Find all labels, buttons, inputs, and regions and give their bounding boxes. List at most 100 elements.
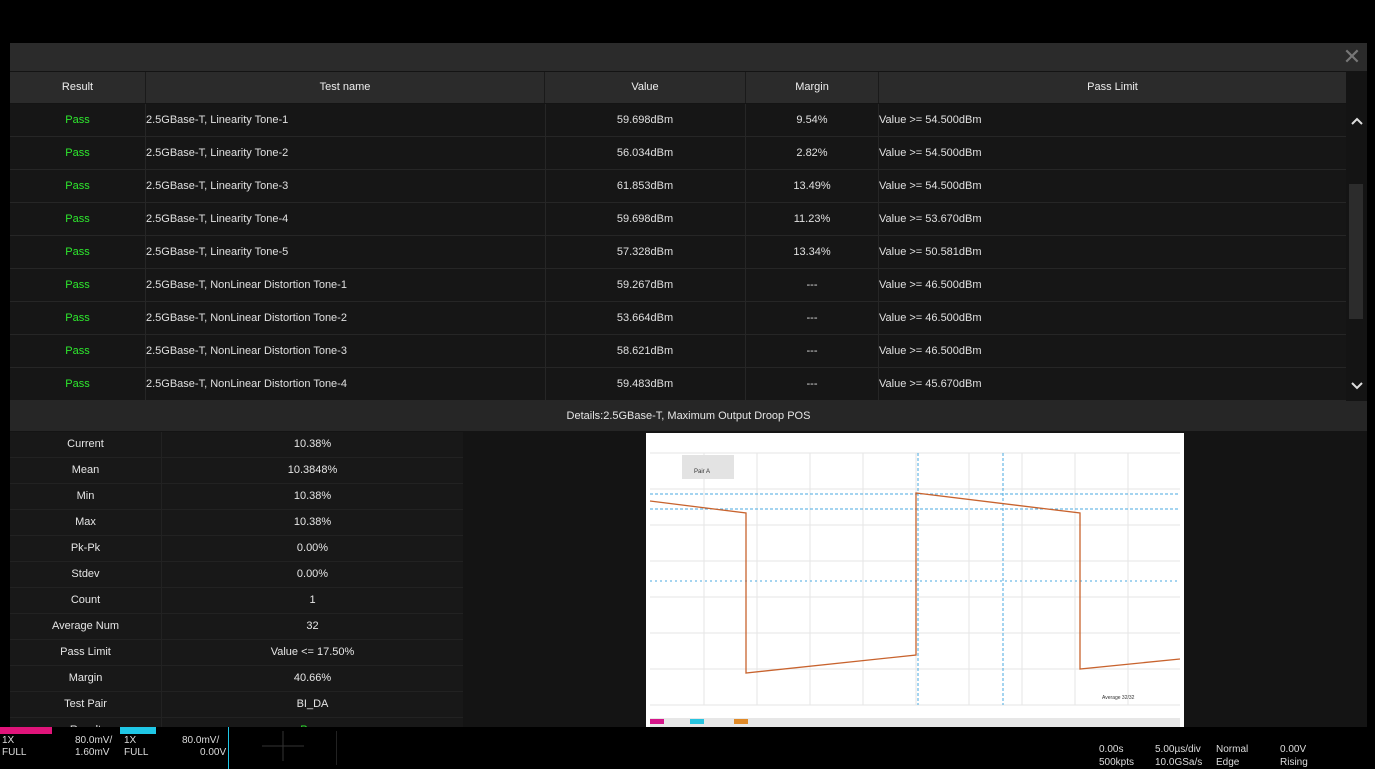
result-cell: Pass bbox=[65, 180, 90, 192]
stat-row: Min 10.38% bbox=[10, 484, 463, 510]
stat-value: 10.38% bbox=[162, 510, 463, 535]
value-cell: 57.328dBm bbox=[616, 246, 674, 258]
channel-2-coupling: FULL bbox=[124, 747, 149, 758]
stat-value: Value <= 17.50% bbox=[162, 640, 463, 665]
test-name-cell: 2.5GBase-T, Linearity Tone-4 bbox=[146, 213, 289, 225]
channel-2-scale: 80.0mV/ bbox=[182, 735, 220, 746]
stat-label: Pk-Pk bbox=[10, 536, 162, 561]
channel-1-offset: 1.60mV bbox=[75, 747, 110, 758]
test-name-cell: 2.5GBase-T, Linearity Tone-1 bbox=[146, 114, 289, 126]
results-table-body: Pass 2.5GBase-T, Linearity Tone-1 59.698dB… bbox=[10, 104, 1346, 401]
value-cell: 61.853dBm bbox=[616, 180, 674, 192]
margin-cell: 2.82% bbox=[796, 147, 828, 159]
stat-label: Test Pair bbox=[10, 692, 162, 717]
timebase-delay: 0.00s bbox=[1099, 744, 1124, 755]
waveform-image: Pair A Average 32/32 bbox=[646, 433, 1184, 735]
table-scrollbar[interactable] bbox=[1346, 72, 1367, 399]
stat-row: Count 1 bbox=[10, 588, 463, 614]
stat-value: 10.3848% bbox=[162, 458, 463, 483]
stat-row: Mean 10.3848% bbox=[10, 458, 463, 484]
result-cell: Pass bbox=[65, 213, 90, 225]
results-panel: ✕ Result Test name Value Margin Pass Lim… bbox=[10, 43, 1367, 744]
results-table-header: Result Test name Value Margin Pass Limit bbox=[10, 72, 1346, 103]
stat-label: Pass Limit bbox=[10, 640, 162, 665]
margin-cell: --- bbox=[806, 279, 818, 291]
value-cell: 58.621dBm bbox=[616, 345, 674, 357]
channel-1-probe: 1X bbox=[2, 735, 15, 746]
details-title: Details:2.5GBase-T, Maximum Output Droop… bbox=[10, 401, 1367, 431]
pass-limit-cell: Value >= 46.500dBm bbox=[879, 345, 982, 357]
pass-limit-cell: Value >= 54.500dBm bbox=[879, 114, 982, 126]
pass-limit-cell: Value >= 54.500dBm bbox=[879, 147, 982, 159]
result-cell: Pass bbox=[65, 378, 90, 390]
pass-limit-cell: Value >= 54.500dBm bbox=[879, 180, 982, 192]
stat-value: 40.66% bbox=[162, 666, 463, 691]
trigger-level: 0.00V bbox=[1280, 744, 1307, 755]
average-label: Average 32/32 bbox=[1102, 695, 1135, 701]
header-test-name: Test name bbox=[146, 72, 545, 103]
test-name-cell: 2.5GBase-T, NonLinear Distortion Tone-2 bbox=[146, 312, 347, 324]
stat-row: Current 10.38% bbox=[10, 432, 463, 458]
result-cell: Pass bbox=[65, 345, 90, 357]
status-bar: 1X 80.0mV/ FULL 1.60mV 1X 80.0mV/ FULL 0… bbox=[0, 727, 1375, 769]
table-row[interactable]: Pass 2.5GBase-T, NonLinear Distortion Ton… bbox=[10, 335, 1346, 368]
value-cell: 59.483dBm bbox=[616, 378, 674, 390]
stat-label: Margin bbox=[10, 666, 162, 691]
stat-label: Count bbox=[10, 588, 162, 613]
margin-cell: 13.49% bbox=[793, 180, 831, 192]
table-row[interactable]: Pass 2.5GBase-T, Linearity Tone-5 57.328dB… bbox=[10, 236, 1346, 269]
channel-1-tag bbox=[0, 727, 52, 734]
stat-value: BI_DA bbox=[162, 692, 463, 717]
pair-label: Pair A bbox=[694, 469, 711, 475]
table-row[interactable]: Pass 2.5GBase-T, NonLinear Distortion Ton… bbox=[10, 368, 1346, 401]
stat-label: Current bbox=[10, 432, 162, 457]
table-row[interactable]: Pass 2.5GBase-T, Linearity Tone-1 59.698dB… bbox=[10, 104, 1346, 137]
header-pass-limit: Pass Limit bbox=[1087, 81, 1138, 93]
scrollbar-thumb[interactable] bbox=[1349, 184, 1363, 319]
stat-value: 10.38% bbox=[162, 484, 463, 509]
margin-cell: --- bbox=[806, 312, 818, 324]
table-row[interactable]: Pass 2.5GBase-T, Linearity Tone-4 59.698dB… bbox=[10, 203, 1346, 236]
pass-limit-cell: Value >= 53.670dBm bbox=[879, 213, 982, 225]
channel-1-coupling: FULL bbox=[2, 747, 27, 758]
result-cell: Pass bbox=[65, 147, 90, 159]
value-cell: 59.698dBm bbox=[616, 213, 674, 225]
timebase-scale: 5.00µs/div bbox=[1155, 744, 1201, 755]
margin-cell: --- bbox=[806, 345, 818, 357]
value-cell: 56.034dBm bbox=[616, 147, 674, 159]
stat-row: Margin 40.66% bbox=[10, 666, 463, 692]
result-cell: Pass bbox=[65, 312, 90, 324]
stat-value: 32 bbox=[162, 614, 463, 639]
timebase-points: 500kpts bbox=[1099, 757, 1135, 768]
panel-titlebar: ✕ bbox=[10, 43, 1367, 71]
chevron-up-icon[interactable] bbox=[1346, 112, 1367, 132]
stat-value: 1 bbox=[162, 588, 463, 613]
pass-limit-cell: Value >= 46.500dBm bbox=[879, 279, 982, 291]
header-margin: Margin bbox=[746, 72, 879, 103]
close-icon[interactable]: ✕ bbox=[1337, 43, 1367, 71]
margin-cell: --- bbox=[806, 378, 818, 390]
channel-2-box[interactable]: 1X 80.0mV/ FULL 0.00V bbox=[120, 727, 229, 769]
stat-row: Pass Limit Value <= 17.50% bbox=[10, 640, 463, 666]
test-name-cell: 2.5GBase-T, NonLinear Distortion Tone-1 bbox=[146, 279, 347, 291]
stat-row: Stdev 0.00% bbox=[10, 562, 463, 588]
pass-limit-cell: Value >= 50.581dBm bbox=[879, 246, 982, 258]
test-name-cell: 2.5GBase-T, Linearity Tone-2 bbox=[146, 147, 289, 159]
table-row[interactable]: Pass 2.5GBase-T, NonLinear Distortion Ton… bbox=[10, 269, 1346, 302]
stat-row: Max 10.38% bbox=[10, 510, 463, 536]
value-cell: 59.698dBm bbox=[616, 114, 674, 126]
stat-row: Average Num 32 bbox=[10, 614, 463, 640]
header-result: Result bbox=[10, 72, 146, 103]
channel-1-box[interactable]: 1X 80.0mV/ FULL 1.60mV bbox=[0, 727, 118, 769]
result-cell: Pass bbox=[65, 114, 90, 126]
stat-value: 0.00% bbox=[162, 536, 463, 561]
table-row[interactable]: Pass 2.5GBase-T, Linearity Tone-3 61.853dB… bbox=[10, 170, 1346, 203]
stat-value: 0.00% bbox=[162, 562, 463, 587]
table-row[interactable]: Pass 2.5GBase-T, Linearity Tone-2 56.034dB… bbox=[10, 137, 1346, 170]
chevron-down-icon[interactable] bbox=[1346, 377, 1367, 397]
add-channel-icon[interactable] bbox=[262, 731, 304, 761]
test-name-cell: 2.5GBase-T, NonLinear Distortion Tone-4 bbox=[146, 378, 347, 390]
stat-row: Pk-Pk 0.00% bbox=[10, 536, 463, 562]
stat-label: Max bbox=[10, 510, 162, 535]
table-row[interactable]: Pass 2.5GBase-T, NonLinear Distortion Ton… bbox=[10, 302, 1346, 335]
